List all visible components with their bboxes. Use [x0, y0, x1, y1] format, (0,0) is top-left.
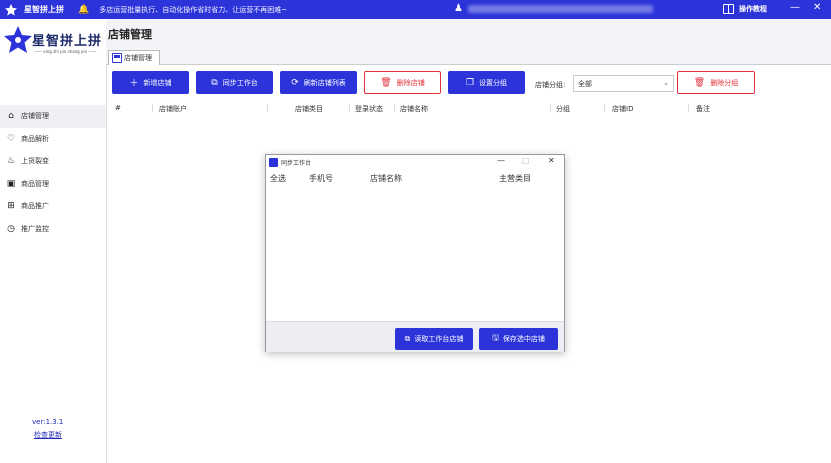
add-store-button[interactable]: ＋ 新增店铺	[112, 71, 189, 94]
clock-icon: ◷	[7, 223, 15, 234]
set-group-button[interactable]: ❐ 设置分组	[448, 71, 525, 94]
store-icon	[112, 53, 122, 63]
trash-icon: 🗑	[380, 77, 392, 88]
column-header: 分组	[556, 105, 570, 113]
sync-workbench-dialog: 同步工作台 — □ ✕ 全选 手机号 店铺名称 主营类目 ⧉ 读取工作台店铺 🖫…	[265, 154, 565, 352]
account-info-blurred	[468, 5, 653, 13]
guide-link[interactable]: 操作教程	[739, 4, 767, 14]
sync-workbench-button[interactable]: ⧉ 同步工作台	[196, 71, 273, 94]
version-label: ver:1.3.1	[32, 418, 64, 426]
sidebar-item-store-management[interactable]: ⌂ 店铺管理	[0, 105, 106, 128]
save-button-label: 保存选中店铺	[502, 335, 545, 343]
group-filter-label: 店铺分组:	[535, 81, 566, 89]
box-icon: ▣	[6, 178, 16, 189]
dialog-close-button[interactable]: ✕	[548, 156, 555, 165]
set-group-label: 设置分组	[479, 78, 508, 87]
column-header: 登录状态	[355, 105, 383, 113]
title-bar: 星智拼上拼 🔔 多店运营批量执行、自动化操作省时省力、让运营不再困难~ ♟ 操作…	[0, 0, 831, 19]
check-update-link[interactable]: 检查更新	[34, 430, 62, 440]
delete-store-button[interactable]: 🗑 删除店铺	[364, 71, 441, 94]
delete-group-button[interactable]: 🗑 删除分组	[677, 71, 755, 94]
bell-icon[interactable]: 🔔	[78, 5, 89, 15]
minimize-button[interactable]: —	[790, 2, 800, 13]
refresh-list-label: 刷新店铺列表	[303, 78, 346, 87]
tab-label: 店铺管理	[124, 54, 152, 62]
save-icon: 🖫	[492, 333, 499, 342]
app-title: 星智拼上拼	[24, 5, 64, 14]
tagline: 多店运营批量执行、自动化操作省时省力、让运营不再困难~	[99, 5, 288, 14]
flame-icon: ♨	[6, 156, 16, 167]
column-header: 主营类目	[499, 174, 531, 183]
dialog-title-bar: 同步工作台	[266, 155, 564, 169]
column-header: #	[115, 104, 121, 112]
group-filter-select[interactable]: 全部 ⌄	[573, 75, 674, 92]
app-logo-icon	[5, 3, 17, 16]
add-store-label: 新增店铺	[143, 78, 172, 87]
column-divider	[349, 104, 350, 112]
column-divider	[604, 104, 605, 112]
column-header: 店铺ID	[612, 105, 634, 113]
refresh-list-button[interactable]: ⟳ 刷新店铺列表	[280, 71, 357, 94]
column-header: 店铺名称	[400, 105, 428, 113]
sidebar-item-label: 商品解析	[21, 134, 49, 143]
sidebar-nav: ⌂ 店铺管理 ♡ 商品解析 ♨ 上货裂变 ▣ 商品管理 ⊞ 商品推广 ◷ 推广监…	[0, 105, 106, 240]
sidebar-item-promotion-monitor[interactable]: ◷ 推广监控	[0, 218, 106, 241]
sidebar-item-label: 商品管理	[21, 179, 49, 188]
column-header: 店铺类目	[295, 105, 323, 113]
star-logo-icon	[4, 26, 32, 53]
user-icon: ♟	[454, 3, 463, 14]
sidebar-item-product-promotion[interactable]: ⊞ 商品推广	[0, 195, 106, 218]
column-header: 店铺账户	[159, 105, 187, 113]
dialog-table-header: 全选 手机号 店铺名称 主营类目	[266, 171, 564, 185]
sidebar-item-label: 商品推广	[21, 202, 49, 211]
trash-icon: 🗑	[693, 77, 706, 88]
sync-icon: ⧉	[211, 77, 218, 88]
sidebar-item-product-parse[interactable]: ♡ 商品解析	[0, 128, 106, 151]
column-divider	[152, 104, 153, 112]
sidebar-item-product-management[interactable]: ▣ 商品管理	[0, 173, 106, 196]
column-divider	[550, 104, 551, 112]
brand-name: 星智拼上拼	[32, 34, 103, 49]
brand-pinyin: —— xing zhi pin shang pin ——	[34, 49, 97, 54]
page-title: 店铺管理	[108, 28, 152, 41]
plus-icon: ＋	[129, 79, 139, 89]
home-icon: ⌂	[8, 111, 14, 122]
sidebar	[0, 19, 106, 463]
dialog-minimize-button[interactable]: —	[497, 156, 505, 165]
group-filter-value: 全部	[578, 79, 592, 88]
book-icon[interactable]	[723, 4, 734, 14]
copy-icon: ❐	[465, 77, 475, 88]
chevron-down-icon: ⌄	[663, 79, 669, 87]
dialog-footer: ⧉ 读取工作台店铺 🖫 保存选中店铺	[266, 321, 564, 352]
dialog-maximize-button[interactable]: □	[522, 156, 530, 165]
column-header: 店铺名称	[370, 174, 402, 183]
sidebar-item-label: 推广监控	[21, 224, 49, 233]
close-button[interactable]: ✕	[813, 2, 821, 13]
column-header: 备注	[696, 105, 710, 113]
save-selected-stores-button[interactable]: 🖫 保存选中店铺	[479, 328, 558, 350]
dialog-table-body	[266, 185, 564, 321]
brand-logo: 星智拼上拼 —— xing zhi pin shang pin ——	[4, 24, 104, 62]
sidebar-item-label: 上货裂变	[21, 157, 49, 166]
tab-store-management[interactable]: 店铺管理	[108, 50, 160, 65]
refresh-icon: ⟳	[291, 77, 299, 88]
column-header: 手机号	[309, 174, 333, 183]
delete-store-label: 删除店铺	[396, 78, 425, 87]
column-divider	[688, 104, 689, 112]
sidebar-item-label: 店铺管理	[21, 112, 49, 121]
dialog-app-icon	[269, 157, 278, 167]
select-all-header[interactable]: 全选	[270, 173, 286, 184]
column-divider	[394, 104, 395, 112]
delete-group-label: 删除分组	[710, 78, 739, 87]
grid-icon: ⊞	[7, 201, 15, 212]
column-divider	[267, 104, 268, 112]
fetch-workbench-stores-button[interactable]: ⧉ 读取工作台店铺	[395, 328, 473, 350]
dialog-title: 同步工作台	[281, 159, 312, 167]
sync-workbench-label: 同步工作台	[222, 78, 258, 87]
fetch-button-label: 读取工作台店铺	[414, 335, 464, 343]
sidebar-item-listing-fission[interactable]: ♨ 上货裂变	[0, 150, 106, 173]
heart-icon: ♡	[6, 133, 16, 144]
store-table-header: # 店铺账户 店铺类目 登录状态 店铺名称 分组 店铺ID 备注	[106, 101, 831, 117]
sync-icon: ⧉	[404, 334, 411, 343]
